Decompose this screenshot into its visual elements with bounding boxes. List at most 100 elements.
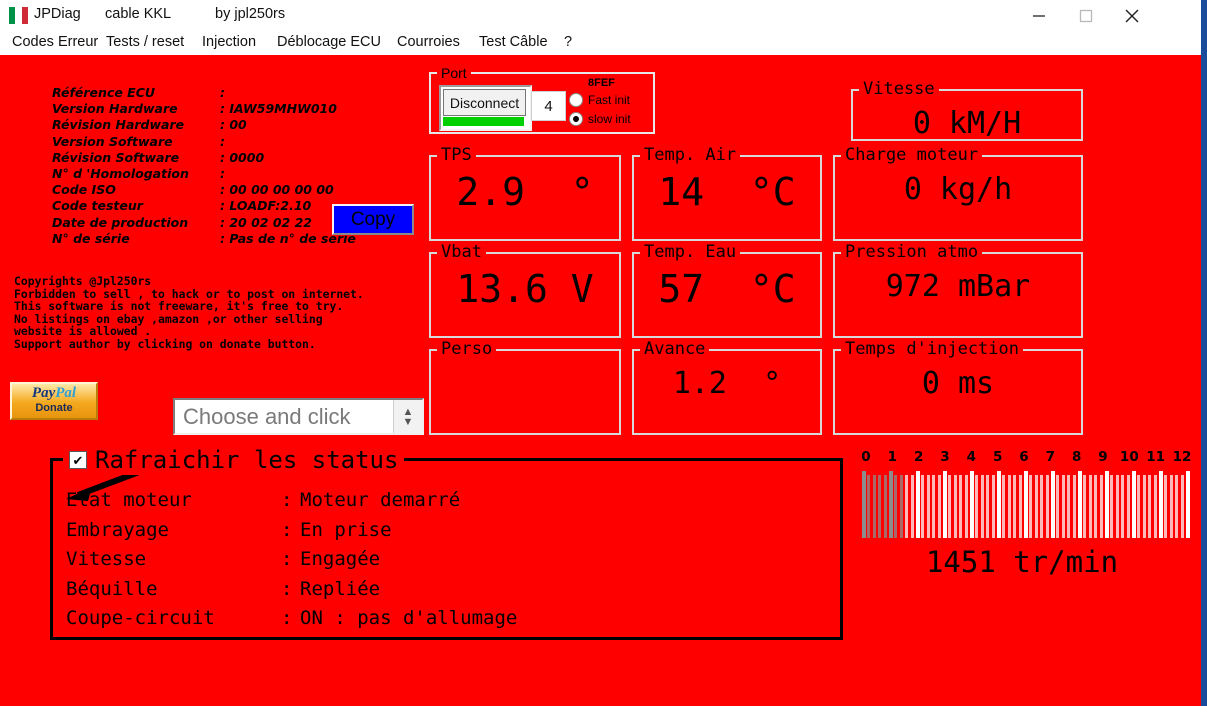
close-button[interactable] [1109,0,1155,31]
status-row-separator: : [281,489,292,511]
gauge-pression-value: 972 mBar [835,270,1081,304]
radio-fast-init-icon [569,93,583,107]
choose-dropdown-value: Choose and click [175,404,393,430]
gauge-tps-caption: TPS [437,146,476,164]
rpm-tick [1002,475,1005,538]
maximize-button[interactable] [1063,0,1109,31]
disconnect-button[interactable]: Disconnect [443,89,526,116]
gauge-avance: Avance1.2 ° [632,349,822,435]
status-row-key: Béquille [66,578,158,600]
rpm-tick-label: 10 [1120,449,1139,465]
rpm-tick [965,475,968,538]
rpm-tick-label: 2 [914,449,923,465]
client-area: Référence ECU:Version Hardware: IAW59MHW… [0,57,1201,706]
menu-item-injection[interactable]: Injection [200,34,258,54]
rpm-tick [867,475,870,538]
disconnect-button-frame: Disconnect [439,85,532,131]
rpm-tick [900,475,903,538]
rpm-tick [894,475,897,538]
rpm-tick [1148,475,1151,538]
radio-slow-init-label: slow init [588,112,631,126]
radio-slow-init[interactable]: slow init [569,112,631,126]
rpm-tick [992,475,995,538]
ecu-info-label: Code ISO [52,182,116,197]
rpm-tick [1094,475,1097,538]
window-subtitle-cable: cable KKL [105,6,171,22]
status-row-value: En prise [300,519,392,541]
ecu-info-value: : LOADF:2.10 [220,198,311,213]
rpm-tick [1154,475,1157,538]
rpm-tick [1181,475,1184,538]
rpm-gauge: 0123456789101112 1451 tr/min [857,449,1187,579]
rpm-tick [986,475,989,538]
gauge-tps-value: 2.9 ° [431,171,619,213]
ecu-info-value: : 00 [220,117,247,132]
rpm-tick-label: 12 [1173,449,1192,465]
rpm-tick [959,475,962,538]
menu-item-tests-reset[interactable]: Tests / reset [104,34,186,54]
rpm-tick [970,471,974,538]
rpm-tick [1067,475,1070,538]
rpm-tick-label: 7 [1046,449,1055,465]
rpm-tick-label: 11 [1146,449,1165,465]
ecu-info-value: : [220,85,225,100]
status-row-separator: : [281,578,292,600]
rpm-tick [1078,471,1082,538]
rpm-tick [1100,475,1103,538]
rpm-tick-label: 8 [1072,449,1081,465]
rpm-tick-label: 9 [1098,449,1107,465]
port-number-field[interactable]: 4 [531,91,566,121]
rpm-tick [1137,475,1140,538]
chevron-updown-icon[interactable]: ▲ ▼ [393,400,422,433]
window-subtitle-author: by jpl250rs [215,6,285,22]
refresh-status-checkbox[interactable]: ✔ [69,451,87,469]
gauge-temp-eau: Temp. Eau57 °C [632,252,822,338]
rpm-tick [1164,475,1167,538]
gauge-charge-value: 0 kg/h [835,173,1081,207]
port-group-caption: Port [437,64,471,82]
minimize-button[interactable] [1016,0,1062,31]
gauge-temp-eau-caption: Temp. Eau [640,243,740,261]
minimize-icon [1032,9,1046,23]
rpm-tick [1121,475,1124,538]
ecu-info-value: : IAW59MHW010 [220,101,337,116]
paypal-donate-button[interactable]: PayPal Donate [10,382,98,420]
close-icon [1124,8,1140,24]
ecu-info-label: Code testeur [52,198,143,213]
menu-item-d-blocage-ecu[interactable]: Déblocage ECU [275,34,383,54]
rpm-tick [916,471,920,538]
gauge-temp-air-value: 14 °C [634,171,820,213]
choose-dropdown[interactable]: Choose and click ▲ ▼ [173,398,424,435]
rpm-tick [862,471,866,538]
menu-item-courroies[interactable]: Courroies [395,34,462,54]
rpm-tick [921,475,924,538]
menu-item-[interactable]: ? [562,34,574,54]
status-panel-caption: ✔ Rafraichir les status [63,445,404,475]
rpm-tick [878,475,881,538]
gauge-vbat-caption: Vbat [437,243,486,261]
gauge-vbat-value: 13.6 V [431,268,619,310]
port-group: Port Disconnect 4 8FEF Fast init slow in… [429,72,655,134]
gauge-charge-caption: Charge moteur [841,146,982,164]
ecu-info-label: Version Hardware [52,101,178,116]
copy-button[interactable]: Copy [332,204,414,235]
menu-item-test-c-ble[interactable]: Test Câble [477,34,550,54]
ecu-info-label: N° de série [52,231,130,246]
gauge-temp-eau-value: 57 °C [634,268,820,310]
rpm-tick [1051,471,1055,538]
paypal-logo: PayPal [12,386,96,401]
rpm-bar-ticks [862,471,1186,538]
rpm-tick [932,475,935,538]
menu-item-codes-erreur[interactable]: Codes Erreur [10,34,100,54]
gauge-perso: Perso [429,349,621,435]
rpm-tick [1110,475,1113,538]
status-panel: ✔ Rafraichir les status Etat moteur:Mote… [50,458,843,640]
gauge-vitesse-caption: Vitesse [859,80,939,98]
ecu-info-value: : 0000 [220,150,264,165]
gauge-charge: Charge moteur0 kg/h [833,155,1083,241]
radio-fast-init[interactable]: Fast init [569,93,630,107]
rpm-tick-label: 6 [1019,449,1028,465]
gauge-pression: Pression atmo972 mBar [833,252,1083,338]
radio-fast-init-label: Fast init [588,93,630,107]
italian-flag-icon [9,7,28,24]
